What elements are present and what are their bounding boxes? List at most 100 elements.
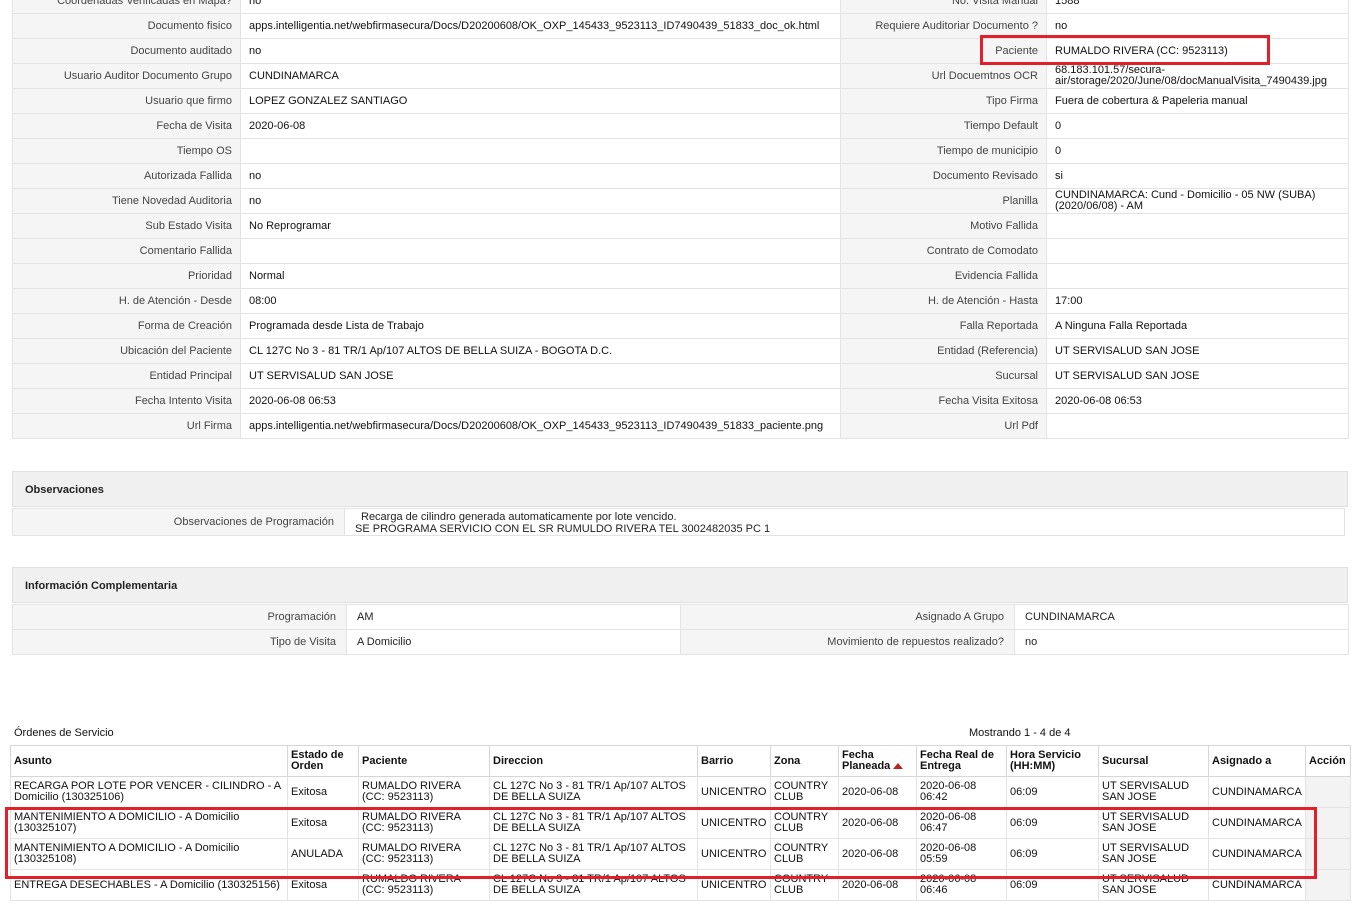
detail-value: UT SERVISALUD SAN JOSE xyxy=(240,363,841,389)
table-cell: UT SERVISALUD SAN JOSE xyxy=(1098,838,1209,870)
orders-header-cell[interactable]: Estado de Orden xyxy=(287,745,359,777)
table-cell: UT SERVISALUD SAN JOSE xyxy=(1098,807,1209,839)
detail-value: apps.intelligentia.net/webfirmasecura/Do… xyxy=(240,13,841,39)
table-cell: 2020-06-08 06:46 xyxy=(916,869,1007,901)
detail-row: H. de Atención - Desde 08:00 H. de Atenció… xyxy=(12,288,1349,314)
detail-value: No Reprogramar xyxy=(240,213,841,239)
detail-label: Sucursal xyxy=(840,363,1047,389)
table-cell: 2020-06-08 05:59 xyxy=(916,838,1007,870)
detail-label: Ubicación del Paciente xyxy=(12,338,241,364)
action-cell[interactable] xyxy=(1305,807,1351,839)
table-cell: 2020-06-08 06:47 xyxy=(916,807,1007,839)
orders-header-cell[interactable]: Direccion xyxy=(489,745,698,777)
detail-label: Tiempo Default xyxy=(840,113,1047,139)
info-row: Tipo de Visita A Domicilio Movimiento de r… xyxy=(12,629,1349,655)
info-value: A Domicilio xyxy=(346,629,681,655)
orders-header-label: Asignado a xyxy=(1212,754,1272,767)
detail-label: Documento fisico xyxy=(12,13,241,39)
orders-header-label: Hora Servicio (HH:MM) xyxy=(1010,749,1081,772)
orders-table: Asunto Estado de Orden Paciente Direccion Ba… xyxy=(10,745,1351,901)
orders-header-label: Estado de Orden xyxy=(291,749,344,772)
table-cell: CUNDINAMARCA xyxy=(1208,776,1306,808)
orders-count: Mostrando 1 - 4 de 4 xyxy=(969,727,1071,739)
table-row[interactable]: RECARGA POR LOTE POR VENCER - CILINDRO -… xyxy=(10,776,1351,808)
detail-value: CUNDINAMARCA xyxy=(240,63,841,89)
table-row[interactable]: MANTENIMIENTO A DOMICILIO - A Domicilio … xyxy=(10,838,1351,870)
orders-header-cell[interactable]: Barrio xyxy=(697,745,771,777)
info-label: Programación xyxy=(12,604,347,630)
orders-header-cell[interactable]: Hora Servicio (HH:MM) xyxy=(1006,745,1099,777)
table-cell: UNICENTRO xyxy=(697,869,771,901)
info-label: Movimiento de repuestos realizado? xyxy=(680,629,1015,655)
table-row[interactable]: ENTREGA DESECHABLES - A Domicilio (13032… xyxy=(10,869,1351,901)
observaciones-label: Observaciones de Programación xyxy=(12,508,345,536)
orders-header-label: Sucursal xyxy=(1102,754,1149,767)
detail-label: Url Firma xyxy=(12,413,241,439)
detail-label: Url Docuemtnos OCR xyxy=(840,63,1047,89)
table-cell: CUNDINAMARCA xyxy=(1208,807,1306,839)
detail-value: 1588 xyxy=(1046,0,1349,14)
table-cell: 06:09 xyxy=(1006,869,1099,901)
detail-label: Contrato de Comodato xyxy=(840,238,1047,264)
table-cell: 2020-06-08 xyxy=(838,807,917,839)
detail-value: UT SERVISALUD SAN JOSE xyxy=(1046,363,1349,389)
orders-header-cell[interactable]: Fecha Planeada xyxy=(838,745,917,777)
orders-header-cell[interactable]: Sucursal xyxy=(1098,745,1209,777)
table-cell: UT SERVISALUD SAN JOSE xyxy=(1098,869,1209,901)
table-cell: RUMALDO RIVERA (CC: 9523113) xyxy=(358,776,490,808)
table-cell: MANTENIMIENTO A DOMICILIO - A Domicilio … xyxy=(10,838,288,870)
orders-header-cell[interactable]: Paciente xyxy=(358,745,490,777)
detail-row: Ubicación del Paciente CL 127C No 3 - 81 … xyxy=(12,338,1349,364)
detail-row: Prioridad Normal Evidencia Fallida xyxy=(12,263,1349,289)
detail-value: CUNDINAMARCA: Cund - Domicilio - 05 NW (… xyxy=(1046,188,1349,214)
action-cell[interactable] xyxy=(1305,838,1351,870)
detail-label: Paciente xyxy=(840,38,1047,64)
table-cell: Exitosa xyxy=(287,776,359,808)
action-cell[interactable] xyxy=(1305,869,1351,901)
detail-row: Tiempo OS Tiempo de municipio 0 xyxy=(12,138,1349,164)
orders-header-label: Zona xyxy=(774,754,801,767)
table-cell: Exitosa xyxy=(287,807,359,839)
orders-header-cell[interactable]: Zona xyxy=(770,745,839,777)
detail-label: Entidad Principal xyxy=(12,363,241,389)
table-cell: COUNTRY CLUB xyxy=(770,869,839,901)
info-label: Asignado A Grupo xyxy=(680,604,1015,630)
detail-row: Sub Estado Visita No Reprogramar Motivo Fa… xyxy=(12,213,1349,239)
detail-row: Entidad Principal UT SERVISALUD SAN JOSE S… xyxy=(12,363,1349,389)
detail-label: Coordenadas Verificadas en Mapa? xyxy=(12,0,241,14)
detail-row: Tiene Novedad Auditoria no Planilla CUNDINA… xyxy=(12,188,1349,214)
table-row[interactable]: MANTENIMIENTO A DOMICILIO - A Domicilio … xyxy=(10,807,1351,839)
detail-label: Tiempo de municipio xyxy=(840,138,1047,164)
info-value: CUNDINAMARCA xyxy=(1014,604,1349,630)
orders-header-label: Acción xyxy=(1309,754,1346,767)
observaciones-header: Observaciones xyxy=(12,471,1348,507)
detail-label: Falla Reportada xyxy=(840,313,1047,339)
table-cell: RUMALDO RIVERA (CC: 9523113) xyxy=(358,869,490,901)
orders-header-cell[interactable]: Fecha Real de Entrega xyxy=(916,745,1007,777)
orders-header-cell[interactable]: Acción xyxy=(1305,745,1351,777)
table-cell: COUNTRY CLUB xyxy=(770,776,839,808)
table-cell: 06:09 xyxy=(1006,776,1099,808)
detail-label: Url Pdf xyxy=(840,413,1047,439)
detail-value: apps.intelligentia.net/webfirmasecura/Do… xyxy=(240,413,841,439)
sort-asc-icon[interactable] xyxy=(893,763,904,770)
detail-label: Tipo Firma xyxy=(840,88,1047,114)
detail-value: no xyxy=(1046,13,1349,39)
detail-value: 08:00 xyxy=(240,288,841,314)
table-cell: RUMALDO RIVERA (CC: 9523113) xyxy=(358,838,490,870)
detail-label: Requiere Auditoriar Documento ? xyxy=(840,13,1047,39)
table-cell: ENTREGA DESECHABLES - A Domicilio (13032… xyxy=(10,869,288,901)
table-cell: CUNDINAMARCA xyxy=(1208,838,1306,870)
detail-value: no xyxy=(240,163,841,189)
orders-header-cell[interactable]: Asignado a xyxy=(1208,745,1306,777)
detail-value: si xyxy=(1046,163,1349,189)
table-cell: UNICENTRO xyxy=(697,838,771,870)
detail-label: Entidad (Referencia) xyxy=(840,338,1047,364)
detail-value: 68.183.101.57/secura-air/storage/2020/Ju… xyxy=(1046,63,1349,89)
detail-value: 0 xyxy=(1046,113,1349,139)
table-cell: UNICENTRO xyxy=(697,776,771,808)
detail-label: Fecha Visita Exitosa xyxy=(840,388,1047,414)
detail-row: Comentario Fallida Contrato de Comodato xyxy=(12,238,1349,264)
action-cell[interactable] xyxy=(1305,776,1351,808)
orders-header-cell[interactable]: Asunto xyxy=(10,745,288,777)
